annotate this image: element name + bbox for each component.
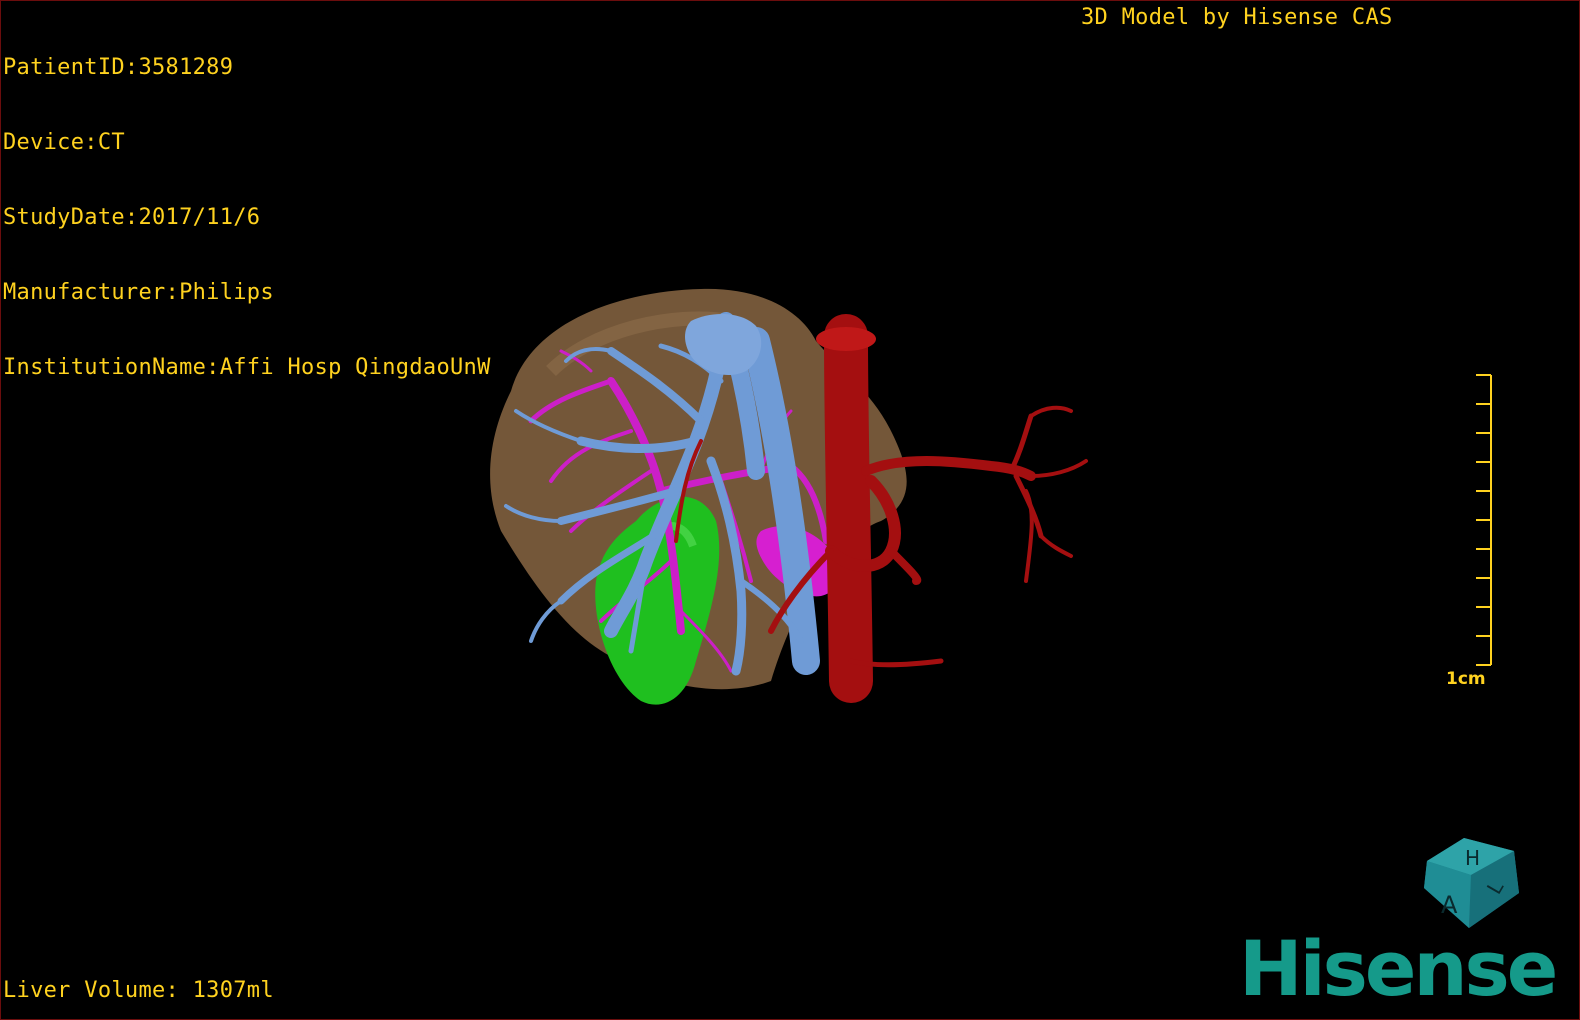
model-title: 3D Model by Hisense CAS	[1081, 5, 1393, 30]
device: Device:CT	[3, 130, 125, 155]
liver-volume: Liver Volume: 1307ml	[3, 978, 274, 1003]
cube-face-a: A	[1441, 891, 1458, 919]
patient-id: PatientID:3581289	[3, 55, 234, 80]
liver-3d-model[interactable]	[471, 281, 1111, 721]
3d-viewport[interactable]: PatientID:3581289 Device:CT StudyDate:20…	[0, 0, 1580, 1020]
hisense-logo: Hisense	[1239, 924, 1558, 1013]
scale-bar	[1476, 374, 1492, 666]
study-date: StudyDate:2017/11/6	[3, 205, 261, 230]
institution-name: InstitutionName:Affi Hosp QingdaoUnW	[3, 355, 491, 380]
cube-face-h: H	[1465, 846, 1480, 870]
aorta-top	[816, 327, 876, 351]
scale-label: 1cm	[1446, 669, 1486, 689]
dicom-info-block: PatientID:3581289 Device:CT StudyDate:20…	[3, 5, 491, 430]
manufacturer: Manufacturer:Philips	[3, 280, 274, 305]
